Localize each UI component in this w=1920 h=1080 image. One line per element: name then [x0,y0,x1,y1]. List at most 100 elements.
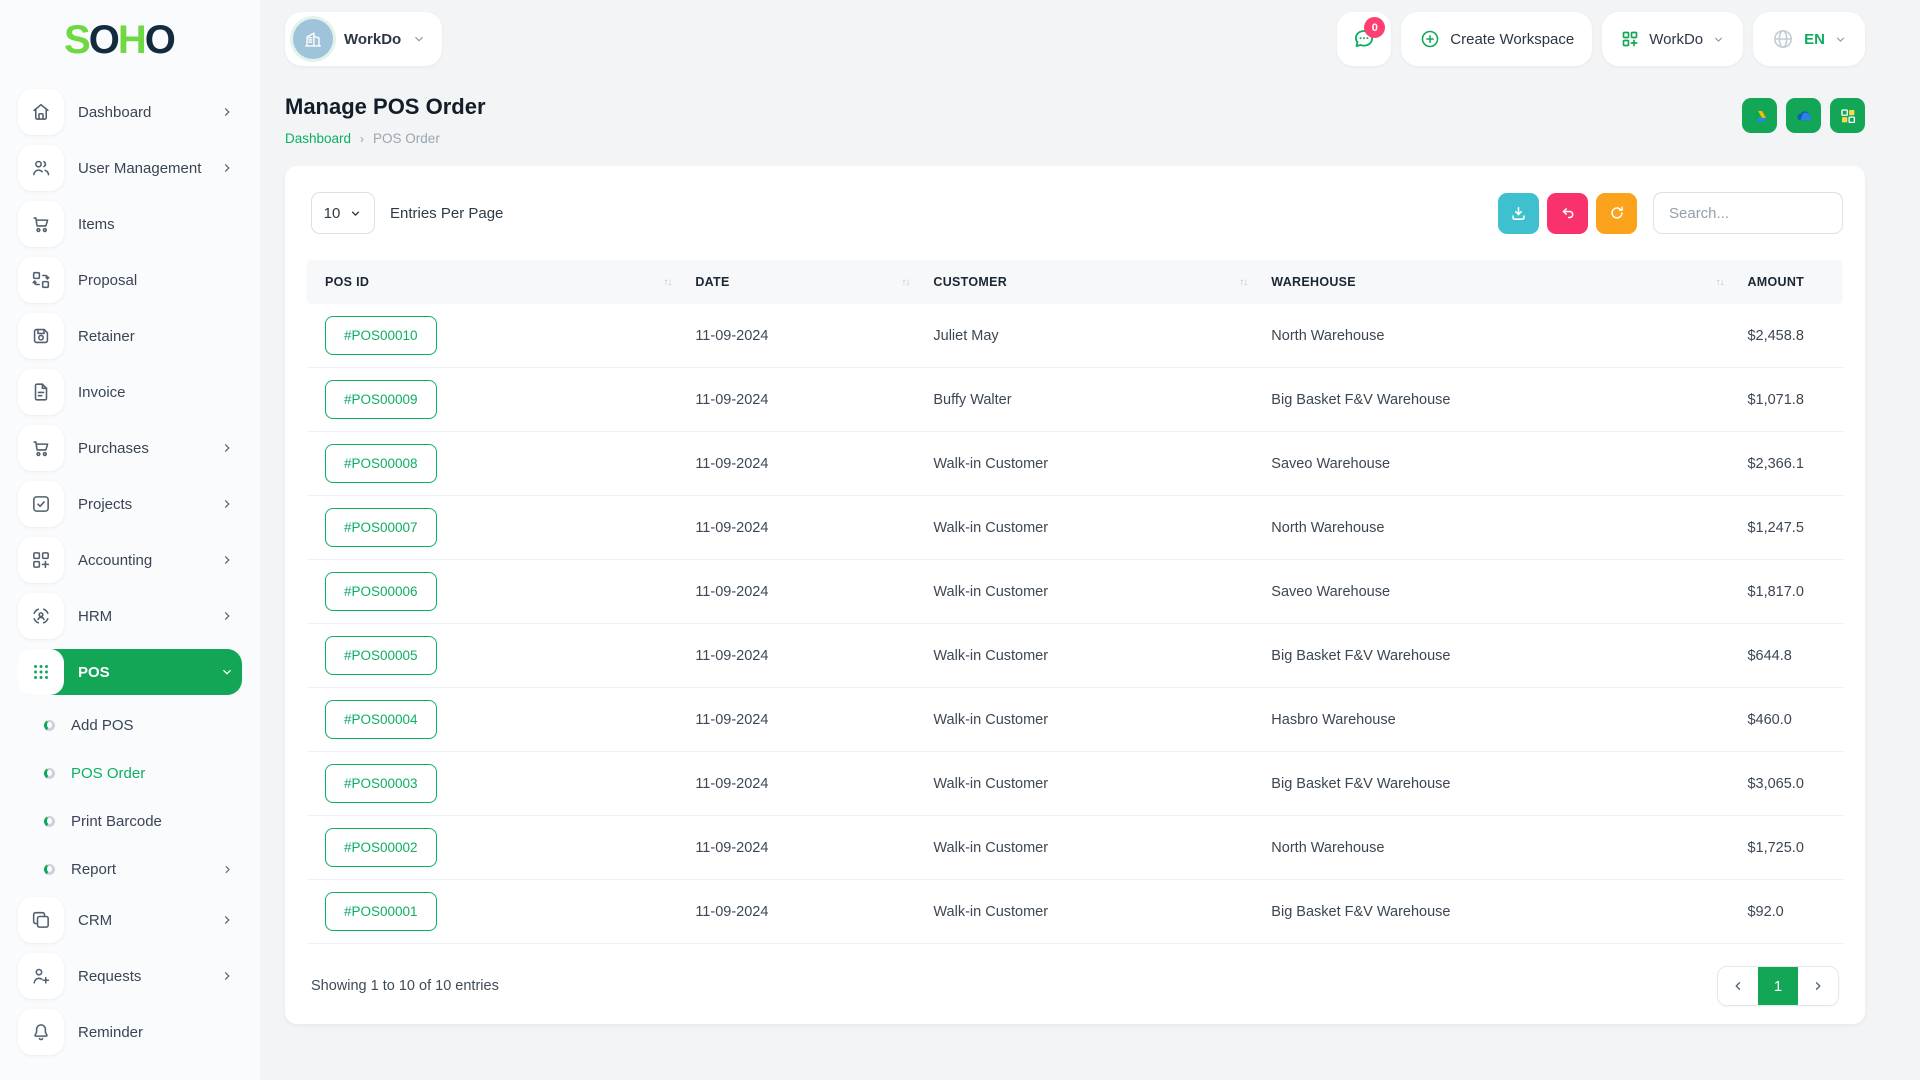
bell-icon [18,1009,64,1055]
customer-cell: Walk-in Customer [921,751,1260,816]
google-drive-icon [1750,106,1770,126]
globe-icon [1771,27,1795,51]
breadcrumb-current: POS Order [373,131,440,146]
sidebar-item-invoice[interactable]: Invoice [18,369,242,415]
amount-cell: $2,458.8 [1735,304,1843,368]
create-workspace-button[interactable]: Create Workspace [1401,12,1593,66]
date-cell: 11-09-2024 [683,559,922,624]
amount-cell: $3,065.0 [1735,751,1843,816]
pos-id-link[interactable]: #POS00004 [325,700,437,739]
sidebar-item-report[interactable]: Report [18,849,242,889]
sidebar-item-projects[interactable]: Projects [18,481,242,527]
workspace-switcher[interactable]: WorkDo [285,12,443,66]
search-input[interactable] [1653,192,1843,234]
refresh-button[interactable] [1596,192,1637,234]
workdo-menu-button[interactable]: WorkDo [1602,12,1744,66]
chevron-right-icon [220,553,234,567]
refresh-icon [1608,204,1626,222]
users-icon [18,145,64,191]
sidebar-item-reminder[interactable]: Reminder [18,1009,242,1055]
page-number-current[interactable]: 1 [1758,967,1798,1005]
grid-icon [1839,107,1857,125]
date-cell: 11-09-2024 [683,879,922,944]
amount-cell: $644.8 [1735,623,1843,688]
column-header-warehouse[interactable]: WAREHOUSE ↑↓ [1259,260,1736,304]
export-download-button[interactable] [1498,192,1539,234]
customer-cell: Walk-in Customer [921,687,1260,752]
entries-per-page-select[interactable]: 10 [311,192,375,234]
undo-back-button[interactable] [1547,192,1588,234]
amount-cell: $1,247.5 [1735,495,1843,560]
sidebar-item-add-pos[interactable]: Add POS [18,705,242,745]
google-drive-button[interactable] [1742,98,1777,133]
pos-order-card: 10 Entries Per Page Search... POS ID ↑↓ … [285,166,1865,1024]
sidebar-item-items[interactable]: Items [18,201,242,247]
sidebar-item-crm[interactable]: CRM [18,897,242,943]
column-header-pos-id[interactable]: POS ID ↑↓ [307,260,684,304]
warehouse-cell: Big Basket F&V Warehouse [1259,623,1736,688]
home-icon [18,89,64,135]
warehouse-cell: Big Basket F&V Warehouse [1259,367,1736,432]
warehouse-cell: Big Basket F&V Warehouse [1259,751,1736,816]
sidebar-item-hrm[interactable]: HRM [18,593,242,639]
sidebar-item-purchases[interactable]: Purchases [18,425,242,471]
pos-id-link[interactable]: #POS00005 [325,636,437,675]
sidebar-item-accounting[interactable]: Accounting [18,537,242,583]
customer-cell: Buffy Walter [921,367,1260,432]
pos-id-cell: #POS00001 [307,879,684,944]
pos-id-link[interactable]: #POS00006 [325,572,437,611]
pos-id-link[interactable]: #POS00010 [325,316,437,355]
next-page-button[interactable] [1798,967,1838,1005]
sidebar-item-pos[interactable]: POS [18,649,242,695]
messages-button[interactable]: 0 [1337,12,1392,66]
column-header-customer[interactable]: CUSTOMER ↑↓ [921,260,1260,304]
table-row: #POS00008 11-09-2024 Walk-in Customer Sa… [307,431,1843,496]
chevron-right-icon [221,863,234,876]
cart-icon [18,425,64,471]
sidebar-item-pos-order[interactable]: POS Order [18,753,242,793]
pos-id-link[interactable]: #POS00002 [325,828,437,867]
pos-id-cell: #POS00008 [307,431,684,496]
pos-id-link[interactable]: #POS00009 [325,380,437,419]
sidebar-item-print-barcode[interactable]: Print Barcode [18,801,242,841]
bullet-icon [44,767,55,779]
sort-icon: ↑↓ [1239,276,1248,288]
check-square-icon [18,481,64,527]
pos-id-link[interactable]: #POS00003 [325,764,437,803]
sort-icon: ↑↓ [1715,276,1724,288]
undo-arrow-icon [1559,204,1577,222]
date-cell: 11-09-2024 [683,304,922,368]
sidebar-item-proposal[interactable]: Proposal [18,257,242,303]
previous-page-button[interactable] [1718,967,1758,1005]
warehouse-cell: Big Basket F&V Warehouse [1259,879,1736,944]
chevron-down-icon [349,207,362,220]
customer-cell: Walk-in Customer [921,623,1260,688]
customer-cell: Walk-in Customer [921,495,1260,560]
chevron-right-icon [220,441,234,455]
warehouse-cell: Saveo Warehouse [1259,431,1736,496]
breadcrumb-dashboard-link[interactable]: Dashboard [285,131,351,146]
onedrive-button[interactable] [1786,98,1821,133]
warehouse-cell: North Warehouse [1259,304,1736,368]
pos-id-link[interactable]: #POS00007 [325,508,437,547]
pos-id-link[interactable]: #POS00001 [325,892,437,931]
column-header-amount[interactable]: AMOUNT [1735,260,1843,304]
plus-circle-icon [1419,28,1441,50]
column-header-date[interactable]: DATE ↑↓ [683,260,922,304]
sidebar-item-dashboard[interactable]: Dashboard [18,89,242,135]
cart-icon [18,201,64,247]
apps-grid-button[interactable] [1830,98,1865,133]
table-row: #POS00010 11-09-2024 Juliet May North Wa… [307,304,1843,368]
pos-id-link[interactable]: #POS00008 [325,444,437,483]
sidebar-item-user-management[interactable]: User Management [18,145,242,191]
user-plus-icon [18,953,64,999]
table-controls: 10 Entries Per Page [307,192,1843,234]
pagination: 1 [1717,966,1839,1006]
entries-control: 10 Entries Per Page [307,192,503,234]
workspace-avatar-building-icon [293,19,333,59]
customer-cell: Walk-in Customer [921,431,1260,496]
sort-icon: ↑↓ [901,276,910,288]
sidebar-item-retainer[interactable]: Retainer [18,313,242,359]
language-selector[interactable]: EN [1753,12,1865,66]
sidebar-item-requests[interactable]: Requests [18,953,242,999]
